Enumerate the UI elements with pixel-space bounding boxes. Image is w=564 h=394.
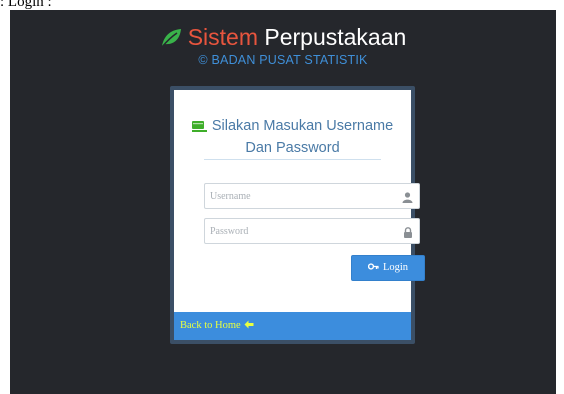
back-to-home-link[interactable]: Back to Home: [180, 320, 254, 332]
login-screen: Sistem Perpustakaan © BADAN PUSAT STATIS…: [10, 10, 556, 394]
login-title-line1: Silakan Masukan Username: [211, 118, 394, 134]
organization-subtitle: © BADAN PUSAT STATISTIK: [198, 53, 368, 67]
username-input[interactable]: [205, 184, 390, 208]
key-icon: [367, 257, 379, 281]
login-card: Silakan Masukan Username Dan Password Us…: [174, 90, 425, 340]
password-field[interactable]: [204, 218, 420, 244]
login-title-line2: Dan Password: [245, 140, 340, 156]
title-divider: [204, 159, 381, 160]
app-brand: Sistem Perpustakaan: [10, 24, 556, 53]
arrow-left-icon: [244, 320, 254, 332]
user-icon: [402, 190, 413, 208]
brand-word-sistem: Sistem: [187, 24, 258, 50]
password-input[interactable]: [205, 219, 390, 243]
username-field[interactable]: [204, 183, 420, 209]
login-button-label: Login: [382, 262, 409, 273]
back-to-home-label: Back to Home: [180, 320, 241, 331]
login-button[interactable]: Login: [351, 255, 425, 281]
login-card-frame: Silakan Masukan Username Dan Password Us…: [170, 86, 425, 344]
leaf-icon: [160, 27, 182, 53]
book-icon: [191, 118, 207, 138]
lock-icon: [403, 225, 413, 243]
brand-word-perpustakaan: Perpustakaan: [264, 24, 407, 50]
card-footer: Back to Home: [174, 312, 411, 340]
login-card-title: Silakan Masukan Username Dan Password: [174, 116, 411, 158]
